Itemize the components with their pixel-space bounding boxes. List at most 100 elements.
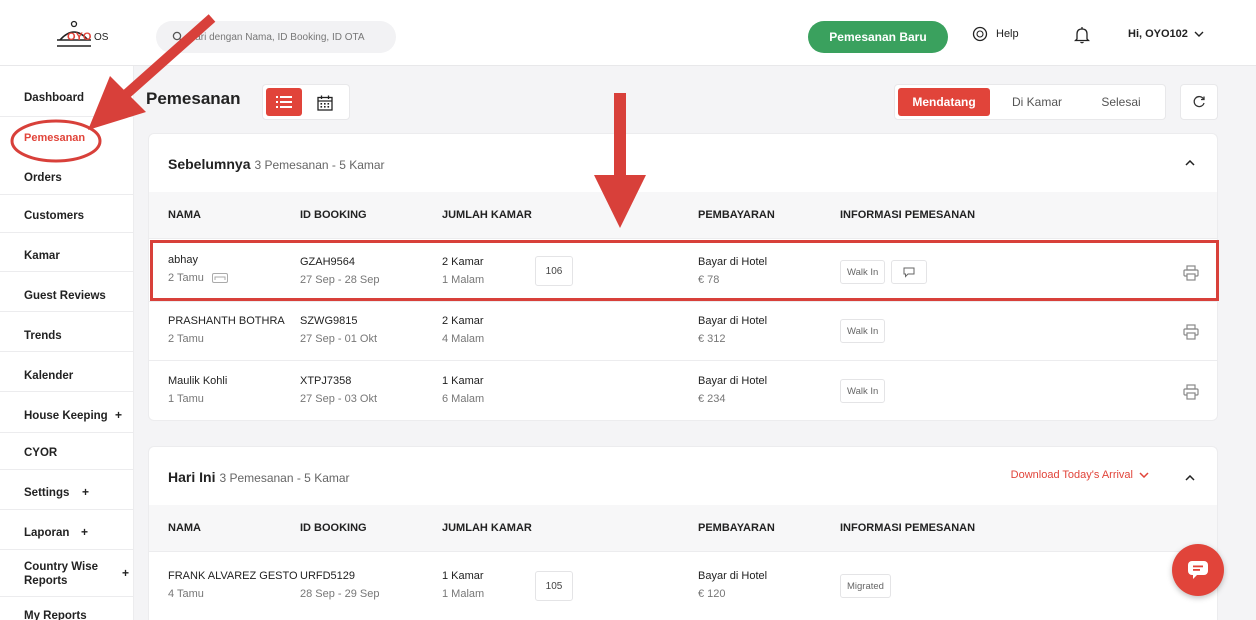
sidebar-item-kalender[interactable]: Kalender [24,369,73,383]
chevron-down-icon [1139,472,1149,478]
calendar-icon [317,95,333,111]
chevron-up-icon[interactable] [1185,475,1195,481]
sidebar-item-house-keeping[interactable]: House Keeping [24,409,108,423]
sidebar-item-guest-reviews[interactable]: Guest Reviews [24,289,106,303]
section-summary: 3 Pemesanan - 5 Kamar [254,158,385,172]
sidebar-item-dashboard[interactable]: Dashboard [24,91,84,105]
sidebar-item-my-reports[interactable]: My Reports [24,609,87,620]
table-row[interactable]: Maulik Kohli 1 Tamu XTPJ7358 27 Sep - 03… [149,360,1217,420]
sidebar-divider [0,596,134,597]
sidebar-item-settings[interactable]: Settings [24,486,69,500]
booking-cell: SZWG9815 27 Sep - 01 Okt [300,314,377,347]
guest-cell: Maulik Kohli 1 Tamu [168,374,227,407]
sidebar-item-orders[interactable]: Orders [24,171,62,185]
room-count: 1 Kamar [442,570,484,582]
sidebar-item-kamar[interactable]: Kamar [24,249,60,263]
booking-id[interactable]: XTPJ7358 [300,375,351,387]
sidebar-item-pemesanan[interactable]: Pemesanan [24,131,85,145]
night-count: 4 Malam [442,333,485,345]
sidebar-divider [0,391,134,392]
printer-icon[interactable] [1183,384,1199,400]
booking-dates: 27 Sep - 03 Okt [300,393,378,405]
chat-button[interactable] [1172,544,1224,596]
chevron-down-icon [1194,31,1204,37]
expand-plus-icon[interactable]: + [122,566,129,580]
printer-icon[interactable] [1183,324,1199,340]
sidebar-divider [0,116,134,117]
chevron-up-icon[interactable] [1185,160,1195,166]
tab-mendatang[interactable]: Mendatang [898,88,990,116]
guest-name: Maulik Kohli [168,375,228,387]
sidebar-item-trends[interactable]: Trends [24,329,62,343]
guest-cell: PRASHANTH BOTHRA 2 Tamu [168,314,285,347]
sidebar-divider [0,469,134,470]
room-number[interactable]: 105 [535,571,573,601]
table-row[interactable]: FRANK ALVAREZ GESTO 4 Tamu URFD5129 28 S… [149,551,1217,619]
expand-plus-icon[interactable]: + [115,408,122,422]
payment-amount: € 312 [698,333,726,345]
night-count: 1 Malam [442,588,485,600]
download-label: Download Today's Arrival [1010,469,1133,481]
column-header-booking-id: ID BOOKING [300,209,367,221]
payment-cell: Bayar di Hotel € 312 [698,314,767,347]
sidebar-item-laporan[interactable]: Laporan [24,526,69,540]
sidebar-divider [0,311,134,312]
help-button[interactable]: Help [972,26,1019,42]
list-icon [276,96,292,108]
search-input[interactable]: Cari dengan Nama, ID Booking, ID OTA [156,21,396,53]
search-icon [172,31,184,43]
section-title: Hari Ini 3 Pemesanan - 5 Kamar [168,469,350,485]
chat-icon [1188,561,1208,579]
new-booking-button[interactable]: Pemesanan Baru [808,21,948,53]
sidebar-divider [0,432,134,433]
payment-cell: Bayar di Hotel € 120 [698,569,767,602]
payment-method: Bayar di Hotel [698,375,768,387]
tab-selesai[interactable]: Selesai [1085,88,1157,116]
sidebar-item-customers[interactable]: Customers [24,209,84,223]
column-header-info: INFORMASI PEMESANAN [840,209,976,221]
column-header-name: NAMA [168,522,201,534]
help-label: Help [996,28,1019,40]
logo-suffix: OS [94,32,109,43]
oyo-os-logo[interactable]: OYO OS [54,20,124,50]
list-view-button[interactable] [266,88,302,116]
sidebar-divider [0,232,134,233]
sidebar: Dashboard Pemesanan Orders Customers Kam… [0,66,134,620]
rooms-cell: 2 Kamar 4 Malam [442,314,484,347]
booking-source-tag: Walk In [840,319,886,343]
sidebar-divider [0,509,134,510]
booking-id[interactable]: URFD5129 [300,570,355,582]
view-toggle [262,84,350,120]
payment-amount: € 120 [698,588,726,600]
section-today: Hari Ini 3 Pemesanan - 5 Kamar Download T… [148,446,1218,620]
calendar-view-button[interactable] [311,90,339,116]
refresh-button[interactable] [1180,84,1218,120]
booking-dates: 27 Sep - 01 Okt [300,333,378,345]
guest-name: PRASHANTH BOTHRA [168,315,285,327]
download-arrival-button[interactable]: Download Today's Arrival [1011,469,1149,481]
table-row[interactable]: PRASHANTH BOTHRA 2 Tamu SZWG9815 27 Sep … [149,301,1217,360]
user-greeting: Hi, OYO102 [1128,28,1188,40]
payment-method: Bayar di Hotel [698,315,768,327]
section-summary: 3 Pemesanan - 5 Kamar [219,471,350,485]
tab-di-kamar[interactable]: Di Kamar [999,88,1075,116]
guest-count: 2 Tamu [168,333,204,345]
bell-icon[interactable] [1074,26,1090,44]
booking-id[interactable]: SZWG9815 [300,315,357,327]
sidebar-item-country-wise-reports[interactable]: Country Wise Reports [24,560,104,588]
section-title-text: Sebelumnya [168,156,251,172]
column-header-rooms: JUMLAH KAMAR [442,522,532,534]
rooms-cell: 1 Kamar 1 Malam [442,569,484,602]
booking-source-tag: Walk In [840,379,886,403]
column-header-booking-id: ID BOOKING [300,522,367,534]
column-header-payment: PEMBAYARAN [698,209,775,221]
sidebar-item-cyor[interactable]: CYOR [24,446,57,460]
user-menu[interactable]: Hi, OYO102 [1128,28,1204,40]
expand-plus-icon[interactable]: + [81,525,88,539]
sidebar-divider [0,271,134,272]
column-header-info: INFORMASI PEMESANAN [840,522,976,534]
page-title: Pemesanan [146,89,241,108]
column-header-rooms: JUMLAH KAMAR [442,209,532,221]
expand-plus-icon[interactable]: + [82,485,89,499]
booking-cell: URFD5129 28 Sep - 29 Sep [300,569,380,602]
